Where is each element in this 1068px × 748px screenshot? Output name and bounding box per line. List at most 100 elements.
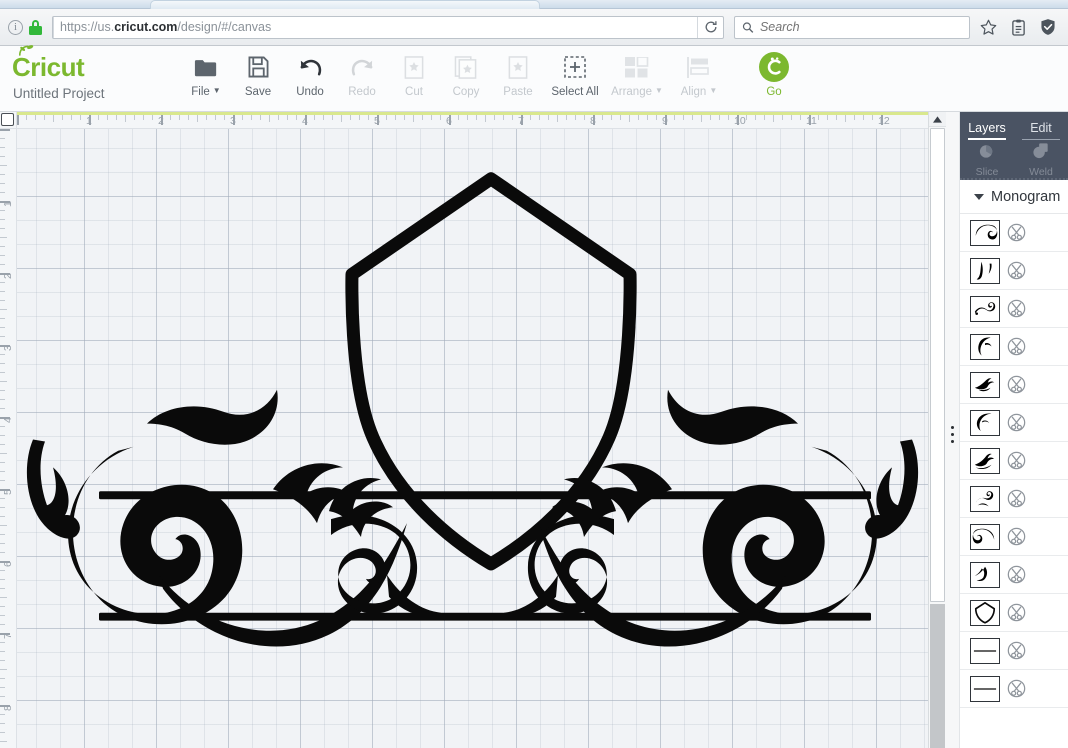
flourish-blade-icon [974,453,995,469]
ruler-tick [251,115,252,120]
scissors-icon[interactable] [1007,527,1026,546]
layer-row[interactable] [960,404,1068,442]
monogram-artwork[interactable] [17,129,928,748]
flourish-spiral-icon [975,490,994,506]
tool-save[interactable]: Save [232,52,284,98]
chevron-down-icon[interactable] [974,193,984,200]
ruler-tick [557,115,558,122]
layer-row[interactable] [960,214,1068,252]
scissors-icon[interactable] [1007,299,1026,318]
layer-thumbnail[interactable] [970,447,1000,474]
ruler-tick [386,115,387,120]
tool-file[interactable]: File ▼ [180,52,232,98]
layer-thumbnail[interactable] [970,599,1000,626]
tool-label: Redo [348,86,376,98]
ruler-tick [197,115,198,122]
ruler-tick [485,115,486,122]
scissors-icon[interactable] [1007,337,1026,356]
reload-icon[interactable] [697,16,723,38]
ruler-tick [512,115,513,120]
ruler-corner-button[interactable] [0,112,17,129]
ruler-tick [0,435,5,436]
scissors-icon[interactable] [1007,641,1026,660]
layer-thumbnail[interactable] [970,561,1000,588]
scissors-icon[interactable] [1007,489,1026,508]
scrollbar-thumb[interactable] [930,128,945,602]
ruler-tick [0,606,5,607]
weld-button[interactable]: Weld [1014,140,1068,178]
canvas-viewport[interactable] [17,129,928,748]
layer-row[interactable] [960,594,1068,632]
shield-icon[interactable] [1036,15,1060,39]
layer-row[interactable] [960,290,1068,328]
ruler-tick [0,696,5,697]
ruler-tick [0,732,5,733]
scissors-icon[interactable] [1007,679,1026,698]
layer-row[interactable] [960,670,1068,708]
tab-layers[interactable]: Layers [960,121,1014,140]
panel-splitter[interactable] [946,112,960,748]
scissors-icon[interactable] [1007,261,1026,280]
scroll-up-arrow[interactable] [929,112,946,127]
layer-row[interactable] [960,328,1068,366]
scissors-icon[interactable] [1007,223,1026,242]
layer-row[interactable] [960,518,1068,556]
tool-arrange[interactable]: Arrange ▼ [606,52,668,98]
info-icon[interactable]: i [8,19,23,35]
layer-row[interactable] [960,480,1068,518]
layer-thumbnail[interactable] [970,675,1000,702]
layer-thumbnail[interactable] [970,637,1000,664]
browser-tab[interactable] [150,0,540,9]
layer-thumbnail[interactable] [970,523,1000,550]
star-icon[interactable] [976,15,1000,39]
reading-list-icon[interactable] [1006,15,1030,39]
tool-select-all[interactable]: Select All [544,52,606,98]
layer-row[interactable] [960,556,1068,594]
ruler-tick [332,115,333,120]
scissors-icon[interactable] [1007,565,1026,584]
layer-thumbnail[interactable] [970,333,1000,360]
layer-row[interactable] [960,442,1068,480]
ruler-tick [107,115,108,120]
slice-button[interactable]: Slice [960,140,1014,178]
flourish-sliver-icon [976,261,992,280]
tool-undo[interactable]: Undo [284,52,336,98]
tool-paste[interactable]: Paste [492,52,544,98]
cricut-logo: Cricut [12,45,85,80]
ruler-tick [44,115,45,120]
search-input[interactable] [759,20,962,34]
slice-label: Slice [975,166,999,178]
layer-thumbnail[interactable] [970,257,1000,284]
canvas-area[interactable]: 123456789101112 123456789 [0,112,946,748]
tab-edit[interactable]: Edit [1014,121,1068,140]
browser-search-bar[interactable] [734,15,970,39]
scissors-icon[interactable] [1007,603,1026,622]
layer-row[interactable] [960,632,1068,670]
tool-copy[interactable]: Copy [440,52,492,98]
layer-thumbnail[interactable] [970,485,1000,512]
ruler-tick [0,543,5,544]
layer-row[interactable] [960,252,1068,290]
tool-align[interactable]: Align ▼ [668,52,730,98]
layer-thumbnail[interactable] [970,295,1000,322]
ruler-tick [0,300,5,301]
layer-group-header[interactable]: Monogram [960,180,1068,214]
ruler-tick [0,129,10,131]
tool-cut[interactable]: Cut [388,52,440,98]
ruler-tick [620,115,621,120]
ruler-tick [0,660,5,661]
scissors-icon[interactable] [1007,375,1026,394]
layer-thumbnail[interactable] [970,409,1000,436]
tool-redo[interactable]: Redo [336,52,388,98]
go-button[interactable]: Go [748,52,800,98]
layer-row[interactable] [960,366,1068,404]
canvas-vertical-scrollbar[interactable] [928,112,946,748]
layer-thumbnail[interactable] [970,371,1000,398]
ruler-label: 5 [374,115,380,127]
lock-icon[interactable] [29,19,42,35]
layer-thumbnail[interactable] [970,219,1000,246]
scissors-icon[interactable] [1007,413,1026,432]
scrollbar-track[interactable] [930,604,945,748]
scissors-icon[interactable] [1007,451,1026,470]
url-bar[interactable]: https://us.cricut.com/design/#/canvas [52,15,724,39]
